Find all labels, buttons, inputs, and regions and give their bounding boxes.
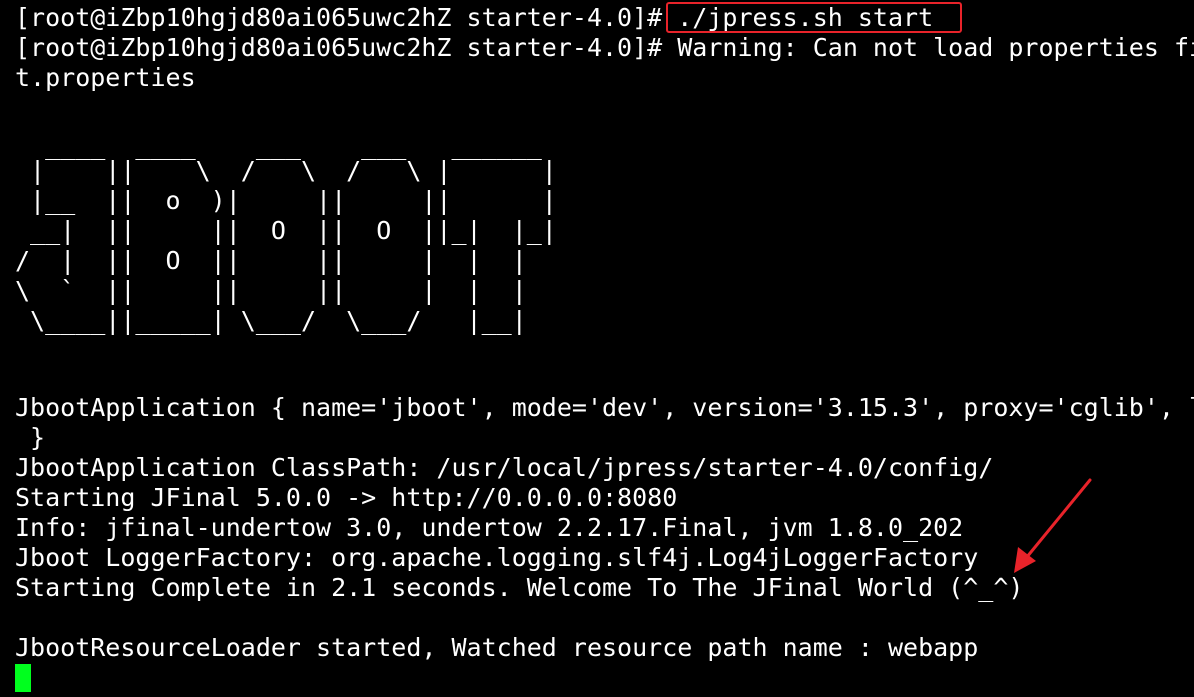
terminal-line-app-info: JbootApplication { name='jboot', mode='d… [15,393,1194,422]
terminal-line-warning-wrap: t.properties [15,63,196,92]
ascii-banner-row-3: |__ || o )| || || | [15,186,557,215]
terminal-line-starting-complete: Starting Complete in 2.1 seconds. Welcom… [15,573,1024,602]
ascii-banner-row-5: / | || O || || | | | [15,246,527,275]
ascii-banner-row-4: __| || || O || O ||_| |_| [15,216,557,245]
terminal-line-logger-factory: Jboot LoggerFactory: org.apache.logging.… [15,543,979,572]
ascii-banner-row-2: | || \ / \ / \ | | [15,156,557,185]
terminal-line-classpath: JbootApplication ClassPath: /usr/local/j… [15,453,994,482]
terminal-window[interactable]: [root@iZbp10hgjd80ai065uwc2hZ starter-4.… [0,0,1194,697]
terminal-line-starting-jfinal: Starting JFinal 5.0.0 -> http://0.0.0.0:… [15,483,678,512]
terminal-line-warning: [root@iZbp10hgjd80ai065uwc2hZ starter-4.… [15,33,1194,62]
ascii-banner-row-7: \____||_____| \___/ \___/ |__| [15,306,527,335]
red-arrow-icon [1014,478,1092,573]
terminal-cursor[interactable] [15,664,31,692]
terminal-line-resource-loader: JbootResourceLoader started, Watched res… [15,633,979,662]
command-highlight-box [666,2,962,33]
terminal-line-app-info-close: } [15,423,46,452]
ascii-banner-row-6: \ ` || || || | | | [15,276,527,305]
terminal-line-info: Info: jfinal-undertow 3.0, undertow 2.2.… [15,513,964,542]
